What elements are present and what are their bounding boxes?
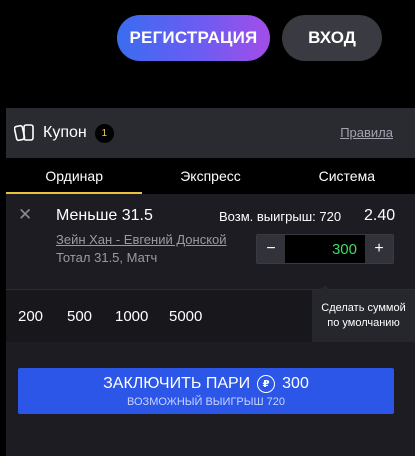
close-icon[interactable]: ✕	[18, 205, 32, 225]
place-bet-main: ЗАКЛЮЧИТЬ ПАРИ ₽ 300	[18, 374, 394, 394]
set-default-amount-line1: Сделать суммой	[321, 302, 406, 314]
stake-minus-button[interactable]: −	[257, 235, 285, 263]
tab-single[interactable]: Ординар	[6, 158, 143, 194]
quick-amount-5000[interactable]: 5000	[169, 308, 221, 325]
set-default-amount-label: Сделать суммой по умолчанию	[321, 301, 406, 331]
coupon-header: Купон 1 Правила	[6, 108, 415, 158]
quick-amount-200[interactable]: 200	[18, 308, 56, 325]
coupon-title: Купон	[43, 124, 87, 141]
stake-input[interactable]: 300	[285, 235, 365, 263]
quick-amount-1000[interactable]: 1000	[115, 308, 159, 325]
stake-plus-button[interactable]: +	[365, 235, 393, 263]
bet-event-link[interactable]: Зейн Хан - Евгений Донской	[56, 232, 227, 247]
bet-market: Тотал 31.5, Матч	[56, 250, 158, 265]
coupon-ticket-icon	[14, 123, 36, 143]
place-bet-possible-win: ВОЗМОЖНЫЙ ВЫИГРЫШ 720	[127, 396, 285, 408]
bonus-coin-icon: ₽	[257, 375, 276, 393]
tab-express[interactable]: Экспресс	[142, 158, 278, 194]
place-bet-amount: 300	[282, 375, 309, 392]
rules-link[interactable]: Правила	[340, 125, 393, 140]
login-button[interactable]: ВХОД	[282, 15, 382, 61]
bet-odds: 2.40	[364, 207, 396, 224]
place-bet-label: ЗАКЛЮЧИТЬ ПАРИ	[103, 375, 251, 392]
bet-outcome-name: Меньше 31.5	[56, 207, 153, 224]
quick-amount-500[interactable]: 500	[67, 308, 105, 325]
coupon-panel: Купон 1 Правила Ординар Экспресс Система…	[6, 108, 415, 456]
coupon-count-badge: 1	[94, 123, 114, 143]
register-button[interactable]: РЕГИСТРАЦИЯ	[117, 15, 270, 61]
bet-type-tabs: Ординар Экспресс Система	[6, 158, 415, 194]
place-bet-button[interactable]: ЗАКЛЮЧИТЬ ПАРИ ₽ 300 ВОЗМОЖНЫЙ ВЫИГРЫШ 7…	[18, 368, 394, 414]
set-default-amount-button[interactable]: Сделать суммой по умолчанию	[312, 285, 415, 342]
bet-possible-win: Возм. выигрыш: 720	[219, 209, 342, 224]
tab-system[interactable]: Система	[279, 158, 415, 194]
stake-stepper: − 300 +	[256, 234, 394, 264]
bet-item: ✕ Меньше 31.5 Возм. выигрыш: 720 2.40 Зе…	[6, 194, 415, 290]
quick-amounts: 200 500 1000 5000 Сделать суммой по умол…	[6, 285, 415, 342]
set-default-amount-line2: по умолчанию	[327, 317, 400, 329]
